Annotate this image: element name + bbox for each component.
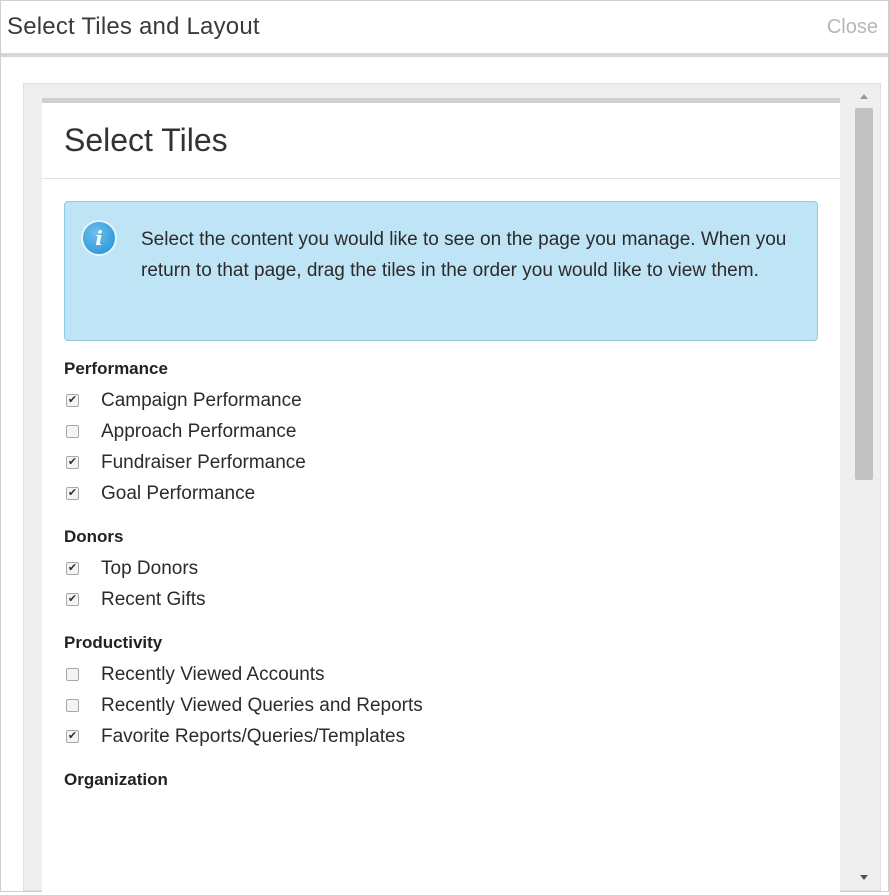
checkbox-unchecked[interactable] <box>66 699 79 712</box>
checkbox-unchecked[interactable] <box>66 425 79 438</box>
tile-group: Donors ✔ Top Donors ✔ Recent Gifts <box>64 527 818 615</box>
checkbox-checked[interactable]: ✔ <box>66 562 79 575</box>
tile-option[interactable]: ✔ Recent Gifts <box>64 584 818 615</box>
info-message: i Select the content you would like to s… <box>64 201 818 341</box>
checkbox-checked[interactable]: ✔ <box>66 487 79 500</box>
checkbox-unchecked[interactable] <box>66 668 79 681</box>
tile-option[interactable]: ✔ Goal Performance <box>64 478 818 509</box>
dialog-title: Select Tiles and Layout <box>7 13 260 40</box>
tile-option-label: Campaign Performance <box>101 389 302 411</box>
tile-option[interactable]: ✔ Favorite Reports/Queries/Templates <box>64 721 818 752</box>
select-tiles-panel: Select Tiles i Select the content you wo… <box>42 98 840 895</box>
group-heading: Donors <box>64 527 124 546</box>
group-heading: Performance <box>64 359 168 378</box>
group-heading: Productivity <box>64 633 163 652</box>
scroll-container[interactable]: Select Tiles i Select the content you wo… <box>23 83 881 895</box>
scrollbar-thumb[interactable] <box>855 108 873 480</box>
dialog-header: Select Tiles and Layout Close <box>1 1 888 57</box>
tile-group: Organization <box>64 770 818 790</box>
scroll-up-arrow-icon[interactable] <box>860 94 868 99</box>
checkbox-checked[interactable]: ✔ <box>66 593 79 606</box>
select-tiles-dialog: Select Tiles and Layout Close Select Til… <box>0 0 889 895</box>
tile-option-label: Goal Performance <box>101 482 256 504</box>
tile-option[interactable]: Approach Performance <box>64 416 818 447</box>
panel-header: Select Tiles <box>42 103 840 179</box>
tile-option[interactable]: ✔ Top Donors <box>64 553 818 584</box>
tile-option-label: Recent Gifts <box>101 588 206 610</box>
tile-option-label: Approach Performance <box>101 420 297 442</box>
tile-option[interactable]: ✔ Fundraiser Performance <box>64 447 818 478</box>
tile-option-label: Top Donors <box>101 557 199 579</box>
tile-option[interactable]: Recently Viewed Queries and Reports <box>64 690 818 721</box>
checkbox-checked[interactable]: ✔ <box>66 456 79 469</box>
info-icon: i <box>81 220 117 256</box>
close-button[interactable]: Close <box>827 16 878 39</box>
checkbox-checked[interactable]: ✔ <box>66 394 79 407</box>
tile-option-label: Recently Viewed Accounts <box>101 663 325 685</box>
panel-title: Select Tiles <box>64 122 228 158</box>
tile-groups: Performance ✔ Campaign Performance Approach… <box>64 359 818 790</box>
panel-body: i Select the content you would like to s… <box>42 179 840 790</box>
tile-option-label: Fundraiser Performance <box>101 451 306 473</box>
tile-group: Performance ✔ Campaign Performance Approach… <box>64 359 818 509</box>
tile-option[interactable]: Recently Viewed Accounts <box>64 659 818 690</box>
tile-option-label: Favorite Reports/Queries/Templates <box>101 725 406 747</box>
group-heading: Organization <box>64 770 168 789</box>
tile-group: Productivity Recently Viewed Accounts Rece… <box>64 633 818 752</box>
checkbox-checked[interactable]: ✔ <box>66 730 79 743</box>
scroll-down-arrow-icon[interactable] <box>860 875 868 880</box>
tile-option-label: Recently Viewed Queries and Reports <box>101 694 423 716</box>
vertical-scrollbar[interactable] <box>851 84 877 890</box>
info-text: Select the content you would like to see… <box>141 229 787 281</box>
tile-option[interactable]: ✔ Campaign Performance <box>64 385 818 416</box>
